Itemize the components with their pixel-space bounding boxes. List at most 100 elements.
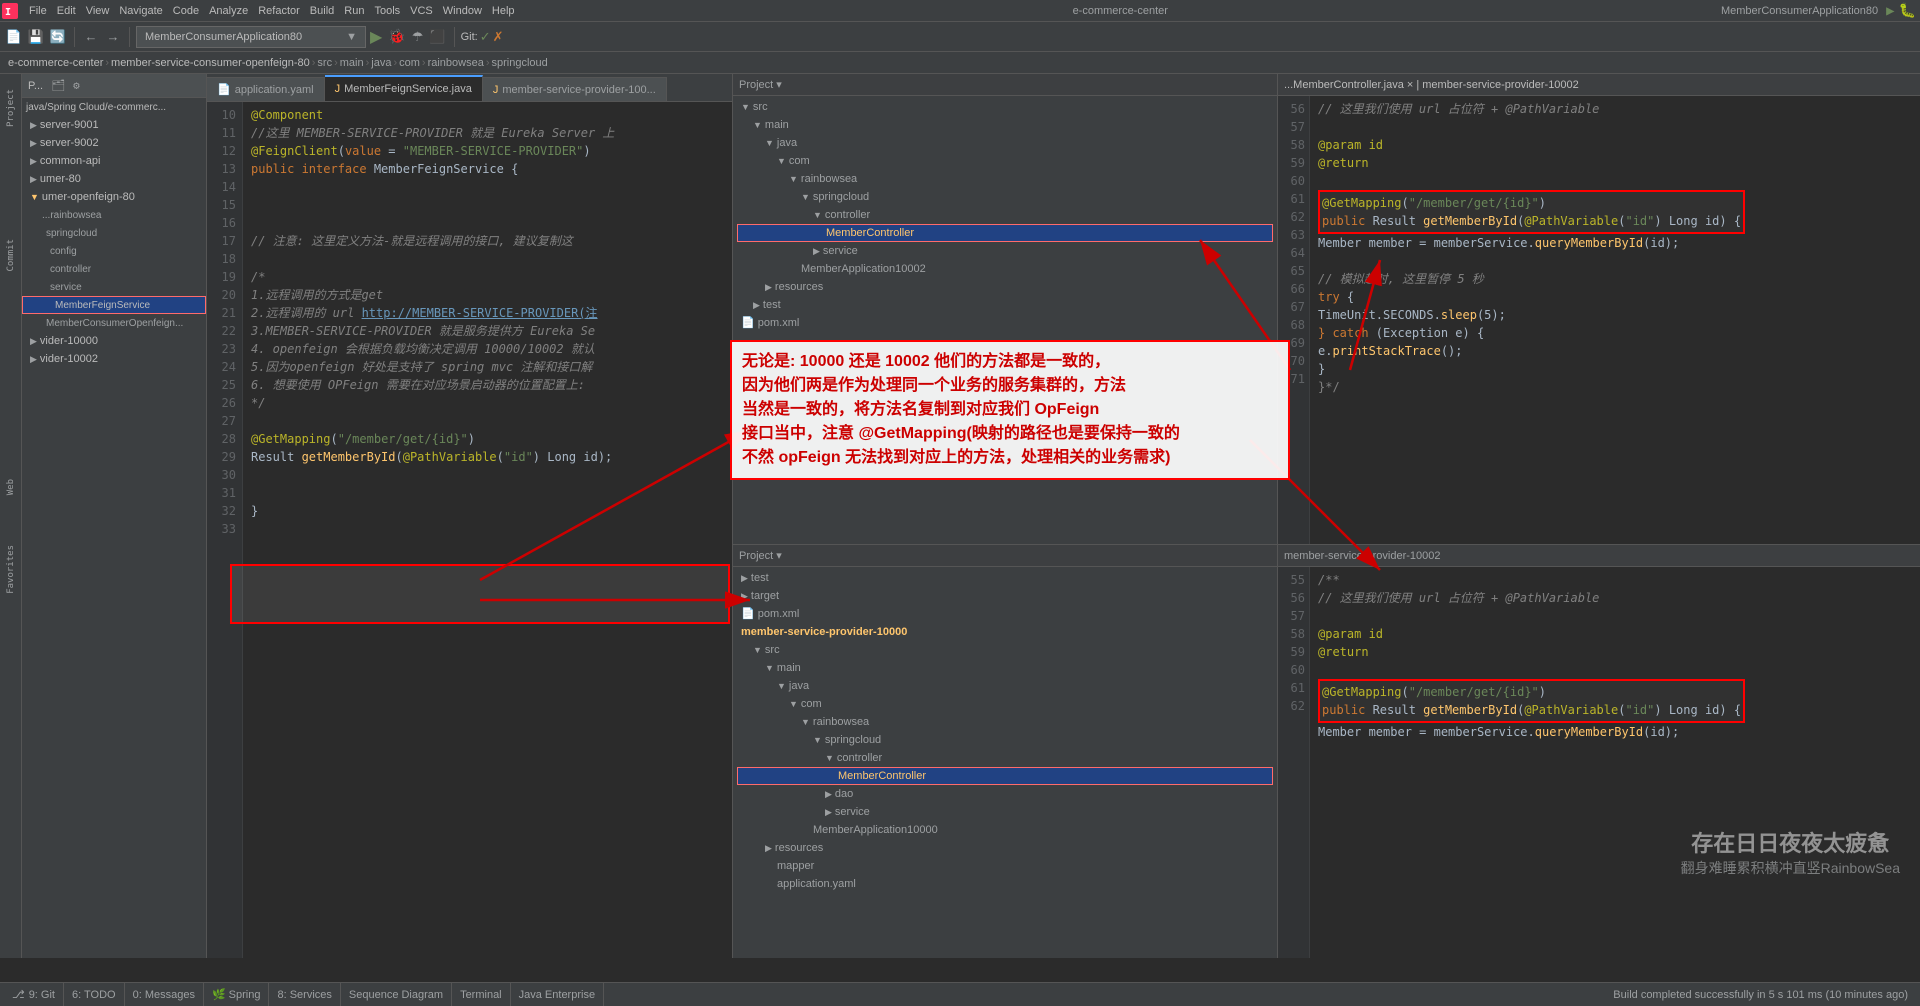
- git-commit-btn[interactable]: ✓: [480, 29, 491, 45]
- tree2-memberapplication[interactable]: MemberApplication10000: [737, 821, 1273, 839]
- breadcrumb-7[interactable]: springcloud: [492, 57, 548, 69]
- tree-server-9001[interactable]: ▶server-9001: [22, 116, 206, 134]
- tree2-rainbowsea[interactable]: ▼rainbowsea: [737, 713, 1273, 731]
- tree-memberfeign[interactable]: MemberFeignService: [22, 296, 206, 314]
- tree-controller2[interactable]: ▼controller: [737, 206, 1273, 224]
- breadcrumb-3[interactable]: main: [340, 57, 364, 69]
- tree-resources2[interactable]: ▶resources: [737, 278, 1273, 296]
- menu-analyze[interactable]: Analyze: [204, 5, 253, 17]
- menu-code[interactable]: Code: [168, 5, 204, 17]
- tree-umer-80[interactable]: ▶umer-80: [22, 170, 206, 188]
- status-terminal[interactable]: Terminal: [452, 983, 511, 1006]
- tree2-src[interactable]: ▼src: [737, 641, 1273, 659]
- status-services[interactable]: 8: Services: [269, 983, 340, 1006]
- far-right-bottom-body[interactable]: /** // 这里我们使用 url 占位符 + @PathVariable @p…: [1310, 567, 1920, 958]
- tree-openfeign-80[interactable]: ▼umer-openfeign-80: [22, 188, 206, 206]
- tree-src[interactable]: ▼src: [737, 98, 1273, 116]
- tree2-target[interactable]: ▶target: [737, 587, 1273, 605]
- tree-main[interactable]: ▼main: [737, 116, 1273, 134]
- settings-icon[interactable]: ⚙: [73, 79, 80, 92]
- commit-icon-btn[interactable]: Commit: [1, 240, 21, 270]
- breadcrumb-2[interactable]: src: [317, 57, 332, 69]
- tree2-com[interactable]: ▼com: [737, 695, 1273, 713]
- debug-icon[interactable]: 🐛: [1899, 3, 1916, 19]
- tree-service2[interactable]: ▶service: [737, 242, 1273, 260]
- tree-provider-10000[interactable]: ▶vider-10000: [22, 332, 206, 350]
- tree-pom2[interactable]: 📄 pom.xml: [737, 314, 1273, 332]
- breadcrumb-5[interactable]: com: [399, 57, 420, 69]
- menu-refactor[interactable]: Refactor: [253, 5, 305, 17]
- tab-memberfeign[interactable]: J MemberFeignService.java: [325, 75, 483, 101]
- stop-btn[interactable]: ⬛: [427, 29, 447, 45]
- far-right-code-body[interactable]: // 这里我们使用 url 占位符 + @PathVariable @param…: [1310, 96, 1920, 544]
- breadcrumb-root[interactable]: e-commerce-center: [8, 57, 103, 69]
- menu-run[interactable]: Run: [339, 5, 369, 17]
- menu-file[interactable]: File: [24, 5, 52, 17]
- favorites-icon-btn[interactable]: Favorites: [1, 554, 21, 584]
- tree-root[interactable]: java/Spring Cloud/e-commerc...: [22, 98, 206, 116]
- back-btn[interactable]: ←: [81, 27, 101, 47]
- tree-com[interactable]: ▼com: [737, 152, 1273, 170]
- tree-service[interactable]: service: [22, 278, 206, 296]
- web-icon-btn[interactable]: Web: [1, 472, 21, 502]
- tree-memberconsumer[interactable]: MemberConsumerOpenfeign...: [22, 314, 206, 332]
- project-icon-btn[interactable]: Project: [1, 78, 21, 138]
- tab-yaml[interactable]: 📄 application.yaml: [207, 77, 325, 101]
- tree2-yaml[interactable]: application.yaml: [737, 875, 1273, 893]
- tree2-java[interactable]: ▼java: [737, 677, 1273, 695]
- git-x-btn[interactable]: ✗: [493, 29, 504, 45]
- menu-navigate[interactable]: Navigate: [114, 5, 167, 17]
- tree2-test[interactable]: ▶test: [737, 569, 1273, 587]
- tree2-pom[interactable]: 📄 pom.xml: [737, 605, 1273, 623]
- tree2-controller[interactable]: ▼controller: [737, 749, 1273, 767]
- save-btn[interactable]: 💾: [26, 27, 46, 47]
- tree-java[interactable]: ▼java: [737, 134, 1273, 152]
- menu-view[interactable]: View: [81, 5, 115, 17]
- status-seqdiag[interactable]: Sequence Diagram: [341, 983, 452, 1006]
- breadcrumb-1[interactable]: member-service-consumer-openfeign-80: [111, 57, 310, 69]
- menu-edit[interactable]: Edit: [52, 5, 81, 17]
- tree-membercontroller2[interactable]: MemberController: [737, 224, 1273, 242]
- status-javaee[interactable]: Java Enterprise: [511, 983, 604, 1006]
- breadcrumb-4[interactable]: java: [371, 57, 391, 69]
- debug-app-btn[interactable]: 🐞: [386, 28, 407, 45]
- status-spring[interactable]: 🌿 Spring: [204, 983, 270, 1006]
- run-config-selector[interactable]: MemberConsumerApplication80 ▼: [136, 26, 366, 48]
- tree2-springcloud[interactable]: ▼springcloud: [737, 731, 1273, 749]
- coverage-btn[interactable]: ☂: [410, 29, 426, 45]
- tree-test2[interactable]: ▶test: [737, 296, 1273, 314]
- tree-controller[interactable]: controller: [22, 260, 206, 278]
- menu-build[interactable]: Build: [305, 5, 339, 17]
- tree2-resources[interactable]: ▶resources: [737, 839, 1273, 857]
- tree2-main[interactable]: ▼main: [737, 659, 1273, 677]
- tree2-provider10000[interactable]: member-service-provider-10000: [737, 623, 1273, 641]
- breadcrumb-6[interactable]: rainbowsea: [428, 57, 484, 69]
- tree2-membercontroller[interactable]: MemberController: [737, 767, 1273, 785]
- tree-icon[interactable]: 🗂: [51, 79, 65, 92]
- tree-common-api[interactable]: ▶common-api: [22, 152, 206, 170]
- tree-springcloud2[interactable]: ▼springcloud: [737, 188, 1273, 206]
- menu-help[interactable]: Help: [487, 5, 520, 17]
- tree-springcloud[interactable]: springcloud: [22, 224, 206, 242]
- tree-memberapplication[interactable]: MemberApplication10002: [737, 260, 1273, 278]
- tree-config[interactable]: config: [22, 242, 206, 260]
- menu-vcs[interactable]: VCS: [405, 5, 438, 17]
- code-body[interactable]: @Component //这里 MEMBER-SERVICE-PROVIDER …: [243, 102, 732, 958]
- tree-provider-10002[interactable]: ▶vider-10002: [22, 350, 206, 368]
- tab-provider[interactable]: J member-service-provider-100...: [483, 77, 667, 101]
- menu-window[interactable]: Window: [438, 5, 487, 17]
- tree-server-9002[interactable]: ▶server-9002: [22, 134, 206, 152]
- status-todo[interactable]: 6: TODO: [64, 983, 125, 1006]
- refresh-btn[interactable]: 🔄: [48, 27, 68, 47]
- status-git[interactable]: ⎇ 9: Git: [4, 983, 64, 1006]
- run-icon[interactable]: ▶: [1886, 3, 1894, 19]
- new-file-btn[interactable]: 📄: [4, 27, 24, 47]
- tree2-mapper[interactable]: mapper: [737, 857, 1273, 875]
- tree-rainbowsea[interactable]: ...rainbowsea: [22, 206, 206, 224]
- status-messages[interactable]: 0: Messages: [125, 983, 204, 1006]
- menu-tools[interactable]: Tools: [369, 5, 405, 17]
- forward-btn[interactable]: →: [103, 27, 123, 47]
- tree-rainbowsea2[interactable]: ▼rainbowsea: [737, 170, 1273, 188]
- tree2-service[interactable]: ▶service: [737, 803, 1273, 821]
- run-app-btn[interactable]: ▶: [368, 27, 384, 47]
